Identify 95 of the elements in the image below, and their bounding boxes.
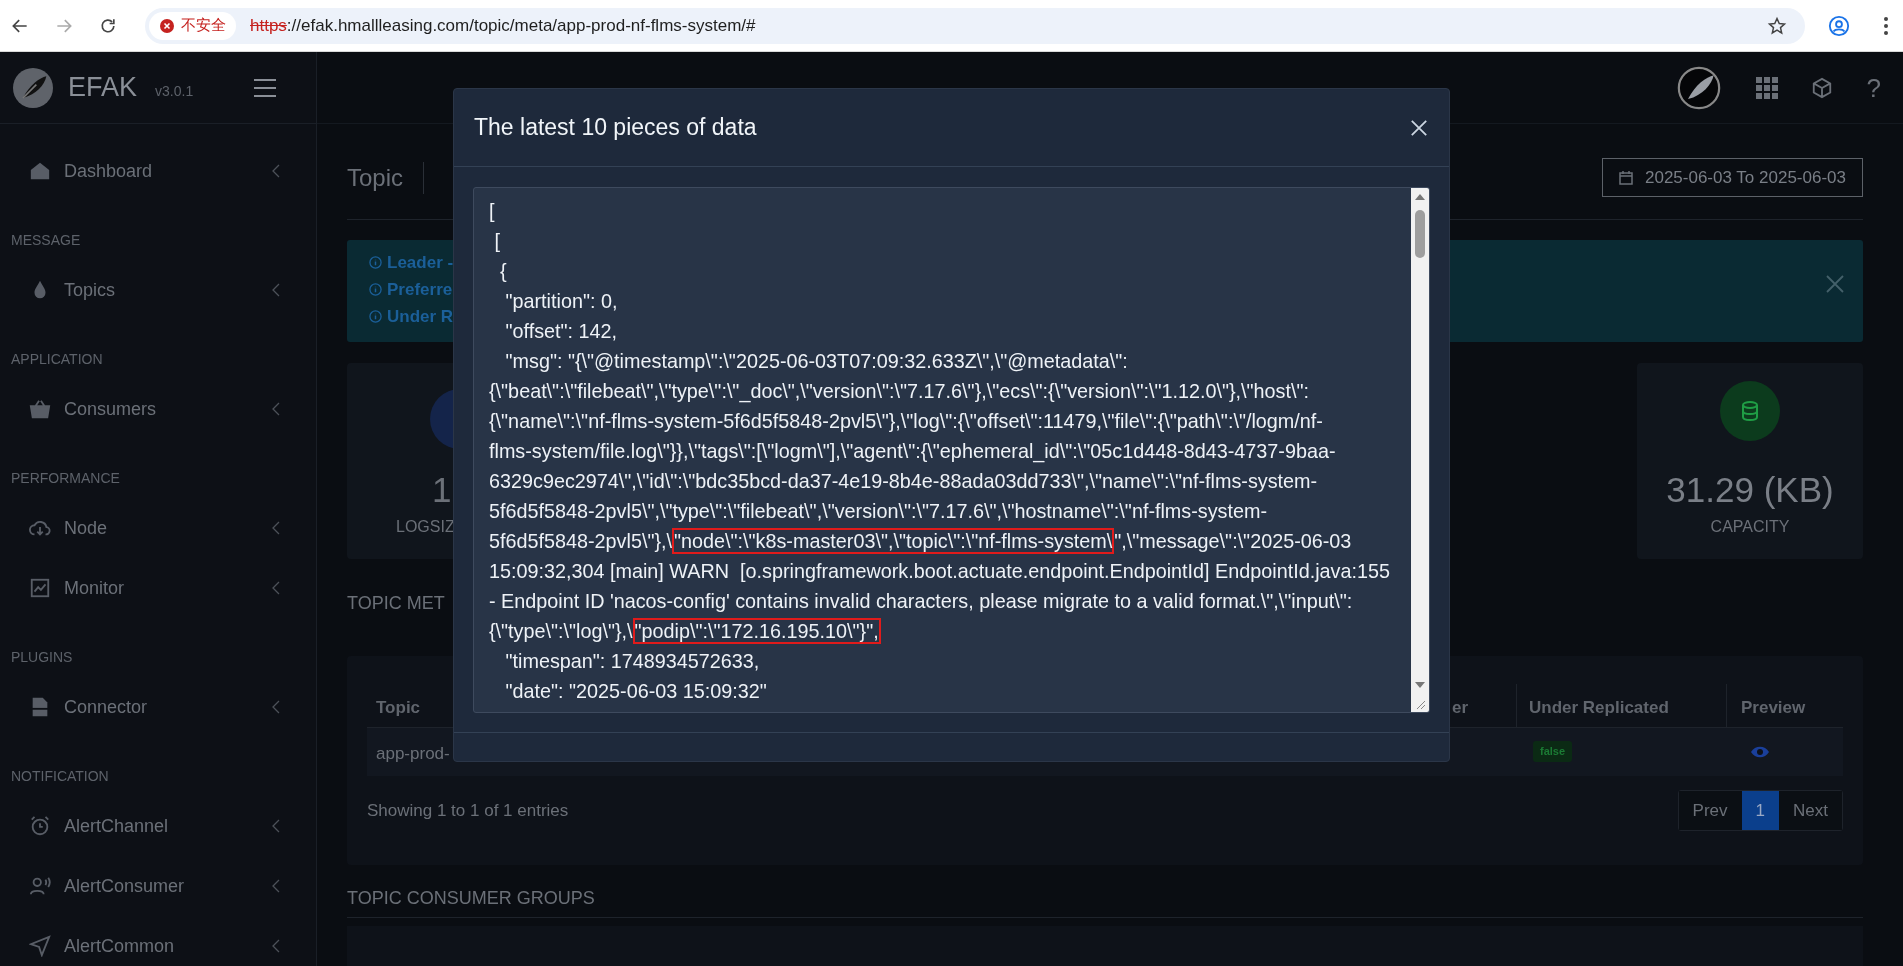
scroll-thumb[interactable] xyxy=(1415,210,1425,258)
scroll-up-icon[interactable] xyxy=(1415,194,1425,200)
info-icon xyxy=(369,256,382,269)
chevron-icon xyxy=(272,819,280,833)
avatar-icon[interactable] xyxy=(1676,65,1721,110)
database-icon xyxy=(1720,381,1780,441)
notice-text: Leader - xyxy=(387,251,454,274)
code-line: {\"type\":\"log\"},\"podip\":\"172.16.195.10\"}", xyxy=(489,617,881,646)
section-heading: TOPIC CONSUMER GROUPS xyxy=(347,887,595,909)
sidebar-item[interactable]: Node xyxy=(0,498,316,558)
code-line: 6329c9ec2974\",\"id\":\"bdc35bcd-da37-4e19-8b4e-88ada03dd733\",\"name\":\"nf-flms-system- xyxy=(489,469,1318,494)
code-line: "partition": 0, xyxy=(504,289,618,314)
url-text: https://efak.hmallleasing.com/topic/meta/app-prod-nf-flms-system/# xyxy=(250,14,756,37)
stat-value: 31.29 (KB) xyxy=(1665,469,1835,511)
table-cell-text: app-prod- xyxy=(376,743,450,765)
resize-grip-icon[interactable] xyxy=(1416,700,1426,710)
code-line: {\"beat\":\"filebeat\",\"type\":\"_doc\",\"version\":\"7.17.6\"},\"ecs\":{\"version\":\"1.12.0\"},\"host\": xyxy=(489,379,1309,405)
send-icon xyxy=(29,935,51,957)
table-summary: Showing 1 to 1 of 1 entries xyxy=(367,799,569,822)
next-button[interactable]: Next xyxy=(1779,791,1842,830)
star-icon[interactable] xyxy=(1767,15,1787,36)
code-line: "msg": "{\"@timestamp\":\"2025-06-03T07:09:32.633Z\",\"@metadata\": xyxy=(504,349,1128,374)
section-heading: PLUGINS xyxy=(11,648,74,667)
code-line: { xyxy=(499,259,507,284)
sidebar-item[interactable]: Topics xyxy=(0,260,316,320)
version-label: v3.0.1 xyxy=(155,82,194,101)
cube-icon[interactable] xyxy=(1810,76,1833,99)
code-line: "timespan": 1748934572633, xyxy=(504,649,760,674)
code-line: "offset": 142, xyxy=(504,319,618,344)
security-chip[interactable]: 不安全 xyxy=(149,11,236,40)
column-header: Topic xyxy=(376,697,421,719)
basket-icon xyxy=(29,398,51,420)
sidebar-item[interactable]: AlertConsumer xyxy=(0,856,316,916)
sidebar-item[interactable]: AlertChannel xyxy=(0,796,316,856)
code-line: flms-system/file.log\"}},\"tags\":[\"logm\"],\"agent\":{\"ephemeral_id\":\"05c1d448-8d43-4737-9baa- xyxy=(489,439,1336,465)
chevron-icon xyxy=(272,283,280,297)
chevron-icon xyxy=(272,521,280,535)
info-icon xyxy=(369,283,382,296)
section-heading: TOPIC MET xyxy=(347,592,445,615)
code-line: 5f6d5f5848-2pvl5\",\"type\":\"filebeat\",\"version\":\"7.17.6\",\"hostname\":\"nf-flms-system- xyxy=(489,499,1268,524)
grid-icon[interactable] xyxy=(1755,76,1778,99)
section-heading: MESSAGE xyxy=(11,231,82,250)
modal-title: The latest 10 pieces of data xyxy=(474,113,757,143)
code-line: 5f6d5f5848-2pvl5\"},\"node\":\"k8s-master03\",\"topic\":\"nf-flms-system\",\"message\":\"2025-06-03 xyxy=(489,527,1352,556)
stat-label: CAPACITY xyxy=(1709,517,1791,537)
sidebar-item[interactable]: Consumers xyxy=(0,379,316,439)
code-line: {\"name\":\"nf-flms-system-5f6d5f5848-2pvl5\"},\"log\":{\"offset\":11479,\"file\":{\"path\":\"/logm/nf- xyxy=(489,409,1323,434)
sidebar-item[interactable]: Dashboard xyxy=(0,141,316,201)
address-bar[interactable]: 不安全 https://efak.hmallleasing.com/topic/meta/app-prod-nf-flms-system/# xyxy=(145,7,1805,44)
menu-icon[interactable] xyxy=(253,77,277,98)
user-icon xyxy=(29,875,51,897)
column-header: Preview xyxy=(1741,697,1806,719)
alarm-clock-icon xyxy=(29,815,51,837)
profile-icon[interactable] xyxy=(1828,14,1850,37)
error-icon xyxy=(159,17,175,34)
more-icon[interactable] xyxy=(1883,15,1889,36)
scrollbar[interactable] xyxy=(1411,188,1429,712)
notice-text: Preferre xyxy=(387,278,453,301)
page-title: Topic xyxy=(347,162,404,193)
code-line: [ xyxy=(493,229,500,254)
data-preview-field[interactable] xyxy=(473,187,1430,713)
chevron-icon xyxy=(272,939,280,953)
chevron-icon xyxy=(272,700,280,714)
stat-label: LOGSIZ xyxy=(396,517,455,537)
code-line: "date": "2025-06-03 15:09:32" xyxy=(504,679,767,704)
logo-icon xyxy=(13,67,53,108)
chart-icon xyxy=(29,577,51,599)
page-button[interactable]: 1 xyxy=(1741,791,1780,830)
prev-button[interactable]: Prev xyxy=(1678,791,1742,830)
home-icon xyxy=(29,160,51,182)
section-heading: PERFORMANCE xyxy=(11,469,121,488)
chevron-icon xyxy=(272,581,280,595)
status-badge: false xyxy=(1533,741,1573,762)
scroll-down-icon[interactable] xyxy=(1415,682,1425,688)
code-line: [ xyxy=(489,199,495,224)
column-header: Under Replicated xyxy=(1529,697,1669,719)
section-heading: NOTIFICATION xyxy=(11,767,110,786)
code-line: 15:09:32,304 [main] WARN [o.springframework.boot.actuate.endpoint.EndpointId] EndpointId.java:155 xyxy=(489,559,1390,584)
notice-text: Under R xyxy=(387,305,454,328)
chevron-icon xyxy=(272,164,280,178)
stat-value: 1 xyxy=(432,469,452,511)
help-icon[interactable]: ? xyxy=(1866,74,1881,101)
date-range-button[interactable]: 2025-06-03 To 2025-06-03 xyxy=(1602,158,1863,197)
section-heading: APPLICATION xyxy=(11,350,104,369)
column-header: er xyxy=(1452,697,1469,719)
sidebar-item[interactable]: AlertCommon xyxy=(0,916,316,966)
code-line: - Endpoint ID 'nacos-config' contains invalid characters, please migrate to a valid format.\",\"input\": xyxy=(489,589,1353,614)
chevron-icon xyxy=(272,879,280,893)
calendar-icon xyxy=(1619,170,1633,185)
brand-name: EFAK xyxy=(68,71,138,105)
chevron-icon xyxy=(272,402,280,416)
info-icon xyxy=(369,310,382,323)
sidebar-item[interactable]: Connector xyxy=(0,677,316,737)
file-icon xyxy=(29,696,51,718)
sidebar-item[interactable]: Monitor xyxy=(0,558,316,618)
